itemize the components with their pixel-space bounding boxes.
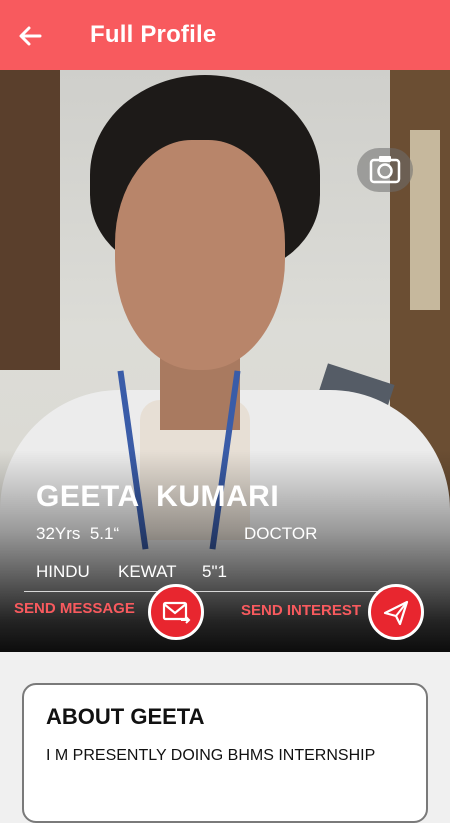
page-title: Full Profile — [90, 21, 217, 48]
app-bar: Full Profile — [0, 0, 450, 70]
face — [115, 140, 285, 370]
send-interest-label[interactable]: SEND INTEREST — [241, 602, 361, 619]
profile-age-height: 32Yrs 5.1“ — [36, 524, 120, 543]
about-card: ABOUT GEETA I M PRESENTLY DOING BHMS INT… — [22, 683, 428, 823]
profile-occupation: DOCTOR — [244, 524, 318, 543]
about-text: I M PRESENTLY DOING BHMS INTERNSHIP — [46, 747, 376, 764]
profile-name: GEETA KUMARI — [36, 480, 280, 513]
background-left — [0, 70, 60, 370]
profile-height: 5"1 — [202, 562, 227, 581]
divider — [24, 591, 396, 592]
send-interest-button[interactable] — [368, 584, 424, 640]
camera-icon[interactable] — [357, 148, 413, 192]
send-message-label[interactable]: SEND MESSAGE — [14, 600, 135, 617]
about-title: ABOUT GEETA — [46, 704, 205, 729]
mail-send-icon — [162, 601, 191, 624]
profile-religion: HINDU — [36, 562, 90, 581]
arrow-left-icon[interactable] — [14, 20, 46, 52]
paper-plane-icon — [383, 600, 409, 626]
send-message-button[interactable] — [148, 584, 204, 640]
profile-caste: KEWAT — [118, 562, 177, 581]
background-door — [410, 130, 440, 310]
